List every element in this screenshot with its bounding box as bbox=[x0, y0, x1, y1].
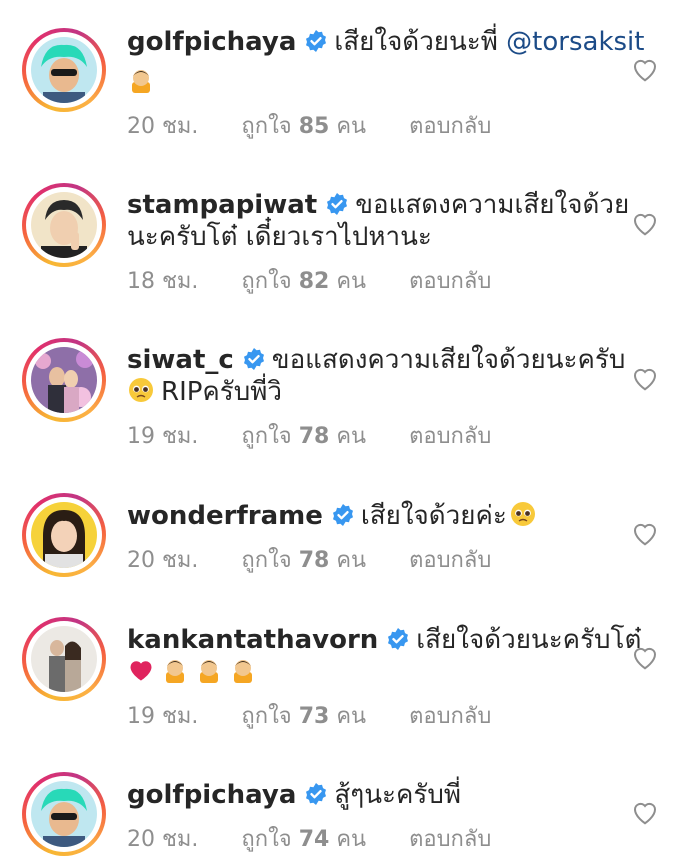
comment-text: ขอแสดงความเสียใจด้วย bbox=[355, 190, 630, 220]
likes-count[interactable]: ถูกใจ 78 คน bbox=[241, 542, 366, 577]
likes-count[interactable]: ถูกใจ 78 คน bbox=[241, 418, 366, 453]
avatar[interactable] bbox=[22, 338, 106, 422]
avatar[interactable] bbox=[22, 617, 106, 701]
verified-badge-icon bbox=[304, 25, 328, 65]
username[interactable]: kankantathavorn bbox=[127, 625, 378, 655]
avatar[interactable] bbox=[22, 493, 106, 577]
verified-badge-icon bbox=[331, 499, 355, 539]
like-heart-icon[interactable] bbox=[630, 54, 660, 84]
comment-text: เสียใจด้วยนะพี่ bbox=[334, 27, 498, 57]
likes-count[interactable]: ถูกใจ 82 คน bbox=[241, 263, 366, 298]
comment-timestamp: 19 ชม. bbox=[127, 424, 199, 449]
sad-praying-face-emoji-icon bbox=[127, 66, 155, 106]
sad-praying-face-emoji-icon bbox=[229, 656, 257, 696]
comment-text-continued: RIPครับพี่วิ bbox=[161, 377, 283, 407]
likes-count[interactable]: ถูกใจ 85 คน bbox=[241, 108, 366, 143]
mention-link[interactable]: @torsaksit bbox=[506, 27, 644, 57]
comment-text: เสียใจด้วยนะครับโต๋ bbox=[416, 625, 642, 655]
comment-text: ขอแสดงความเสียใจด้วยนะครับ bbox=[271, 345, 626, 375]
username[interactable]: stampapiwat bbox=[127, 190, 317, 220]
comment-timestamp: 20 ชม. bbox=[127, 114, 199, 139]
avatar[interactable] bbox=[22, 28, 106, 112]
username[interactable]: golfpichaya bbox=[127, 27, 296, 57]
reply-button[interactable]: ตอบกลับ bbox=[409, 418, 491, 453]
reply-button[interactable]: ตอบกลับ bbox=[409, 698, 491, 733]
username[interactable]: golfpichaya bbox=[127, 780, 296, 810]
comment-text-continued: นะครับโต๋ เดี๋ยวเราไปหานะ bbox=[127, 222, 432, 252]
sad-praying-face-emoji-icon bbox=[195, 656, 223, 696]
like-heart-icon[interactable] bbox=[630, 363, 660, 393]
sad-praying-face-emoji-icon bbox=[161, 656, 189, 696]
pleading-face-emoji-icon bbox=[127, 376, 155, 416]
reply-button[interactable]: ตอบกลับ bbox=[409, 821, 491, 856]
avatar[interactable] bbox=[22, 183, 106, 267]
comment-timestamp: 20 ชม. bbox=[127, 548, 199, 573]
like-heart-icon[interactable] bbox=[630, 642, 660, 672]
likes-count[interactable]: ถูกใจ 74 คน bbox=[241, 821, 366, 856]
comment-text: สู้ๆนะครับพี่ bbox=[334, 780, 461, 810]
avatar[interactable] bbox=[22, 772, 106, 856]
username[interactable]: siwat_c bbox=[127, 345, 234, 375]
verified-badge-icon bbox=[304, 778, 328, 818]
comment-text: เสียใจด้วยค่ะ bbox=[360, 501, 507, 531]
like-heart-icon[interactable] bbox=[630, 208, 660, 238]
like-heart-icon[interactable] bbox=[630, 797, 660, 827]
pleading-face-emoji-icon bbox=[509, 500, 537, 540]
comment-timestamp: 20 ชม. bbox=[127, 827, 199, 852]
verified-badge-icon bbox=[386, 623, 410, 663]
reply-button[interactable]: ตอบกลับ bbox=[409, 108, 491, 143]
red-heart-emoji-icon bbox=[127, 656, 155, 696]
username[interactable]: wonderframe bbox=[127, 501, 323, 531]
comment-timestamp: 18 ชม. bbox=[127, 269, 199, 294]
comment-timestamp: 19 ชม. bbox=[127, 704, 199, 729]
reply-button[interactable]: ตอบกลับ bbox=[409, 542, 491, 577]
like-heart-icon[interactable] bbox=[630, 518, 660, 548]
likes-count[interactable]: ถูกใจ 73 คน bbox=[241, 698, 366, 733]
reply-button[interactable]: ตอบกลับ bbox=[409, 263, 491, 298]
